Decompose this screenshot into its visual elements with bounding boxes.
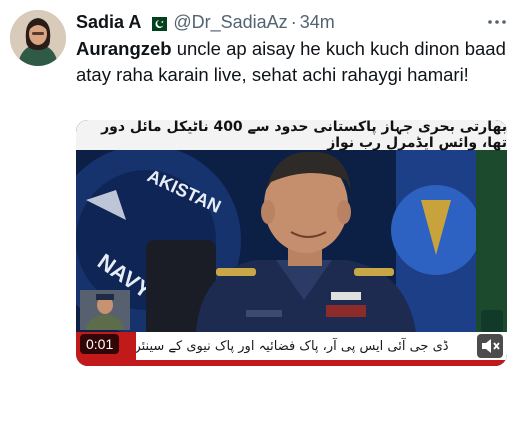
video-headline-ticker: بھارتی بحری جہاز پاکستانی حدود سے 400 نا… [76,120,507,151]
avatar[interactable] [10,10,66,66]
video-frame: NAVY AKISTAN [76,120,507,366]
pakistan-flag-icon [147,15,168,31]
tweet-text: Aurangzeb uncle ap aisay he kuch kuch di… [76,36,516,88]
mention-text: Aurangzeb [76,38,172,59]
separator-dot: · [290,11,297,32]
more-options-icon[interactable] [487,14,507,24]
speaker-mute-icon[interactable] [477,334,503,358]
user-handle[interactable]: @Dr_SadiaAz [173,12,287,33]
video-headline-text: بھارتی بحری جہاز پاکستانی حدود سے 400 نا… [101,120,507,151]
tweet-header: Sadia A @Dr_SadiaAz · 34m [76,11,335,33]
channel-logo-icon [481,310,503,332]
video-ticker-text: ڈی جی آئی ایس پی آر، پاک فضائیہ اور پاک … [134,338,449,354]
tweet-card[interactable]: Sadia A @Dr_SadiaAz · 34m Aurangzeb uncl… [0,0,529,430]
video-player[interactable]: NAVY AKISTAN بھارتی بحری جہاز پاکستانی ح… [76,120,507,366]
video-bottom-ticker: ڈی جی آئی ایس پی آر، پاک فضائیہ اور پاک … [76,332,507,360]
display-name[interactable]: Sadia A [76,12,141,33]
timestamp[interactable]: 34m [300,12,335,33]
ticker-red-strip [76,360,507,366]
video-timecode: 0:01 [80,334,120,354]
